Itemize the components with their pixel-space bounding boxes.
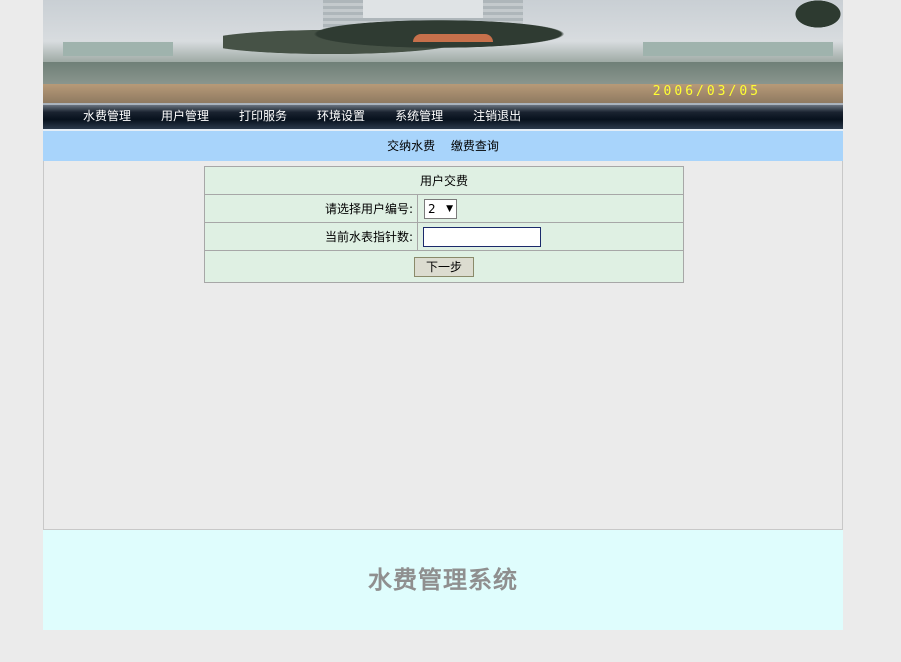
banner-water <box>43 62 843 86</box>
banner-date-stamp: 2006/03/05 <box>652 84 761 99</box>
banner-building-top <box>363 0 483 18</box>
sub-nav-bar: 交纳水费 缴费查询 <box>43 129 843 161</box>
banner-trees-right <box>783 0 843 35</box>
banner-building-right <box>643 42 833 56</box>
payment-form: 用户交费 请选择用户编号: 2 ▼ 当前水表指针数: 下一步 <box>204 166 684 283</box>
content-area: 用户交费 请选择用户编号: 2 ▼ 当前水表指针数: 下一步 <box>43 161 843 530</box>
form-title: 用户交费 <box>204 166 684 195</box>
nav-item-print-service[interactable]: 打印服务 <box>239 105 287 127</box>
meter-reading-input[interactable] <box>423 226 541 247</box>
user-id-label: 请选择用户编号: <box>204 194 418 223</box>
subnav-item-pay-fee[interactable]: 交纳水费 <box>387 139 435 153</box>
nav-item-water-fee[interactable]: 水费管理 <box>83 105 131 127</box>
meter-reading-label: 当前水表指针数: <box>204 222 418 251</box>
next-step-button[interactable]: 下一步 <box>414 256 474 277</box>
user-id-select[interactable]: 2 ▼ <box>424 198 457 219</box>
nav-item-system-management[interactable]: 系统管理 <box>395 105 443 127</box>
user-id-select-value: 2 <box>428 201 436 216</box>
subnav-item-payment-query[interactable]: 缴费查询 <box>451 139 499 153</box>
nav-item-user-management[interactable]: 用户管理 <box>161 105 209 127</box>
dropdown-arrow-icon: ▼ <box>446 203 453 214</box>
main-nav-bar: 水费管理 用户管理 打印服务 环境设置 系统管理 注销退出 <box>43 103 843 129</box>
page-wrapper: 2006/03/05 水费管理 用户管理 打印服务 环境设置 系统管理 注销退出… <box>43 0 843 630</box>
banner-trees <box>223 18 583 58</box>
banner-pavilion-roof <box>413 34 493 42</box>
header-banner-photo: 2006/03/05 <box>43 0 843 103</box>
nav-item-environment-settings[interactable]: 环境设置 <box>317 105 365 127</box>
nav-item-logout[interactable]: 注销退出 <box>473 105 521 127</box>
footer: 水费管理系统 <box>43 530 843 630</box>
footer-system-title: 水费管理系统 <box>368 565 518 594</box>
banner-building-left <box>63 42 173 56</box>
